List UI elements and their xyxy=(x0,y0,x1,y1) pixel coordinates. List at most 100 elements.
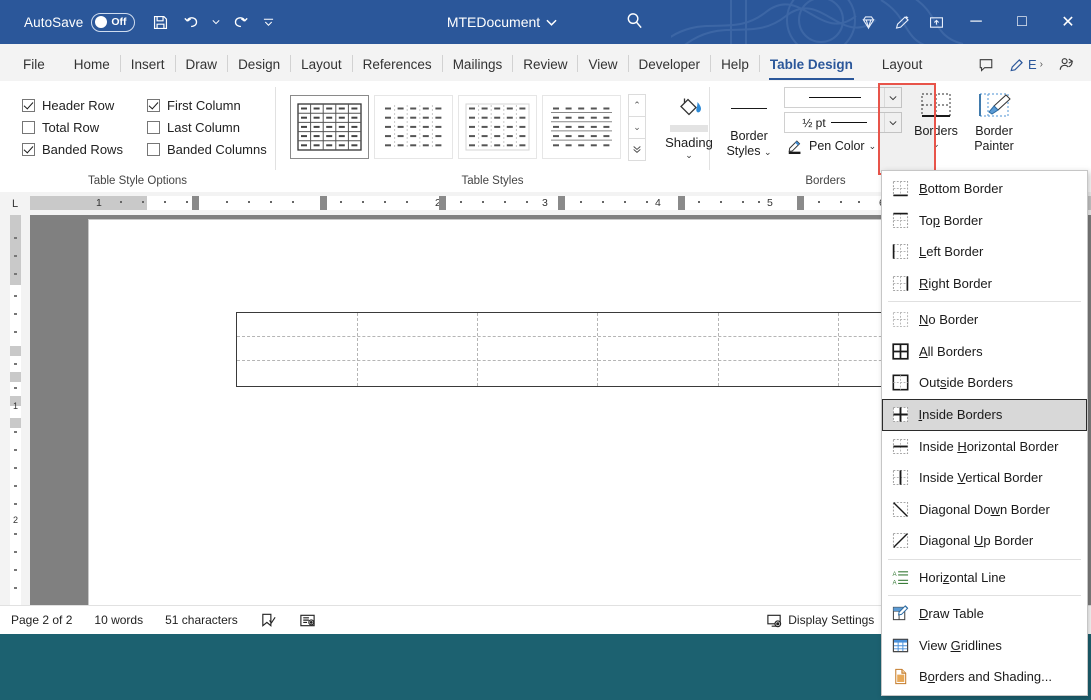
tab-design[interactable]: Design xyxy=(229,48,289,81)
inside-vertical-border-icon xyxy=(892,469,909,486)
menu-item-bottom-border[interactable]: Bottom Border xyxy=(882,173,1087,205)
table-style-thumbnail-1[interactable] xyxy=(290,95,369,159)
menu-item-diagonal-down-border[interactable]: Diagonal Down Border xyxy=(882,494,1087,526)
checkbox-banded-rows[interactable]: Banded Rows xyxy=(22,142,147,157)
accessibility-icon[interactable] xyxy=(288,607,327,633)
customize-quick-access-icon[interactable] xyxy=(257,8,279,36)
menu-item-outside-borders[interactable]: Outside Borders xyxy=(882,367,1087,399)
checkbox-box[interactable] xyxy=(147,99,160,112)
ruler-column-marker[interactable] xyxy=(320,196,327,210)
ruler-row-marker[interactable] xyxy=(10,346,21,356)
ruler-column-marker[interactable] xyxy=(192,196,199,210)
table-style-thumbnail-2[interactable] xyxy=(374,95,453,159)
editor-button[interactable]: E › xyxy=(1003,51,1049,78)
tab-home[interactable]: Home xyxy=(65,48,119,81)
maximize-button[interactable]: □ xyxy=(999,0,1045,44)
checkbox-total-row[interactable]: Total Row xyxy=(22,120,147,135)
menu-item-label: Borders and Shading... xyxy=(919,669,1052,684)
menu-item-inside-vertical-border[interactable]: Inside Vertical Border xyxy=(882,462,1087,494)
tab-mailings[interactable]: Mailings xyxy=(444,48,512,81)
pen-color-dropdown-icon[interactable]: ⌄ xyxy=(869,141,877,151)
undo-dropdown-icon[interactable] xyxy=(209,8,223,36)
ruler-column-marker[interactable] xyxy=(678,196,685,210)
menu-item-all-borders[interactable]: All Borders xyxy=(882,336,1087,368)
menu-item-top-border[interactable]: Top Border xyxy=(882,205,1087,237)
menu-item-view-gridlines[interactable]: View Gridlines xyxy=(882,630,1087,662)
ruler-row-marker[interactable] xyxy=(10,418,21,428)
tab-developer[interactable]: Developer xyxy=(630,48,710,81)
checkbox-first-column[interactable]: First Column xyxy=(147,98,287,113)
ruler-column-marker[interactable] xyxy=(797,196,804,210)
tab-view[interactable]: View xyxy=(579,48,626,81)
table-styles-scrollbar[interactable]: ⌃ ⌄ xyxy=(628,94,646,160)
document-title-dropdown-icon[interactable] xyxy=(546,14,557,30)
tab-file[interactable]: File xyxy=(14,48,54,81)
gallery-more-button[interactable] xyxy=(628,138,646,161)
checkbox-header-row[interactable]: Header Row xyxy=(22,98,147,113)
autosave-toggle[interactable]: AutoSave Off xyxy=(24,13,135,32)
share-person-icon[interactable] xyxy=(1051,51,1081,78)
menu-item-horizontal-line[interactable]: A A Horizontal Line xyxy=(882,562,1087,594)
tab-help[interactable]: Help xyxy=(712,48,758,81)
document-title[interactable]: MTEDocument xyxy=(447,14,540,30)
gallery-scroll-down-button[interactable]: ⌄ xyxy=(628,116,646,139)
tab-review[interactable]: Review xyxy=(514,48,576,81)
table-style-thumbnail-4[interactable] xyxy=(542,95,621,159)
editor-overflow-chevron-icon[interactable]: › xyxy=(1040,59,1043,70)
checkbox-box[interactable] xyxy=(22,143,35,156)
border-painter-button[interactable]: Border Painter xyxy=(966,87,1022,154)
undo-icon[interactable] xyxy=(177,8,207,36)
border-styles-dropdown-icon[interactable]: ⌄ xyxy=(764,147,772,157)
tab-separator xyxy=(120,55,121,72)
vertical-ruler[interactable]: 1 2 xyxy=(0,215,30,605)
menu-item-diagonal-up-border[interactable]: Diagonal Up Border xyxy=(882,525,1087,557)
table-style-thumbnail-3[interactable] xyxy=(458,95,537,159)
checkbox-banded-columns[interactable]: Banded Columns xyxy=(147,142,287,157)
redo-icon[interactable] xyxy=(225,8,255,36)
tab-draw[interactable]: Draw xyxy=(177,48,227,81)
checkbox-label: First Column xyxy=(167,98,241,113)
shading-dropdown-icon[interactable]: ⌄ xyxy=(685,150,693,160)
display-settings-button[interactable]: Display Settings xyxy=(755,607,885,633)
search-icon[interactable] xyxy=(625,11,644,33)
checkbox-box[interactable] xyxy=(22,99,35,112)
tab-layout[interactable]: Layout xyxy=(292,48,351,81)
ruler-column-marker[interactable] xyxy=(439,196,446,210)
checkbox-last-column[interactable]: Last Column xyxy=(147,120,287,135)
menu-item-borders-and-shading[interactable]: Borders and Shading... xyxy=(882,661,1087,693)
page-indicator[interactable]: Page 2 of 2 xyxy=(0,607,83,633)
menu-item-draw-table[interactable]: Draw Table xyxy=(882,598,1087,630)
close-button[interactable]: ✕ xyxy=(1045,0,1091,44)
ruler-column-marker[interactable] xyxy=(558,196,565,210)
menu-item-inside-borders[interactable]: Inside Borders xyxy=(882,399,1087,431)
gallery-scroll-up-button[interactable]: ⌃ xyxy=(628,94,646,117)
editor-diamond-icon[interactable] xyxy=(851,7,885,37)
checkbox-box[interactable] xyxy=(22,121,35,134)
character-count[interactable]: 51 characters xyxy=(154,607,249,633)
draw-pen-icon[interactable] xyxy=(885,7,919,37)
save-icon[interactable] xyxy=(145,8,175,36)
tab-table-design[interactable]: Table Design xyxy=(761,48,862,81)
checkbox-box[interactable] xyxy=(147,143,160,156)
borders-dropdown-menu: Bottom Border Top Border Left Border Rig… xyxy=(881,170,1088,696)
tab-table-layout[interactable]: Layout xyxy=(873,48,932,81)
menu-item-no-border[interactable]: No Border xyxy=(882,304,1087,336)
tab-insert[interactable]: Insert xyxy=(122,48,174,81)
border-styles-button[interactable]: Border Styles ⌄ xyxy=(718,87,780,159)
comment-icon[interactable] xyxy=(971,51,1001,78)
document-table[interactable] xyxy=(236,312,958,387)
menu-item-right-border[interactable]: Right Border xyxy=(882,268,1087,300)
proofing-check-icon[interactable] xyxy=(249,607,288,633)
checkbox-box[interactable] xyxy=(147,121,160,134)
tab-references[interactable]: References xyxy=(354,48,441,81)
ribbon-display-options-icon[interactable] xyxy=(919,7,953,37)
menu-item-inside-horizontal-border[interactable]: Inside Horizontal Border xyxy=(882,431,1087,463)
menu-item-label: All Borders xyxy=(919,344,983,359)
word-count[interactable]: 10 words xyxy=(83,607,154,633)
minimize-button[interactable]: ─ xyxy=(953,0,999,44)
menu-item-left-border[interactable]: Left Border xyxy=(882,236,1087,268)
checkbox-label: Total Row xyxy=(42,120,99,135)
tab-stop-selector[interactable]: L xyxy=(0,198,30,210)
ruler-row-marker[interactable] xyxy=(10,372,21,382)
autosave-switch[interactable]: Off xyxy=(91,13,135,32)
